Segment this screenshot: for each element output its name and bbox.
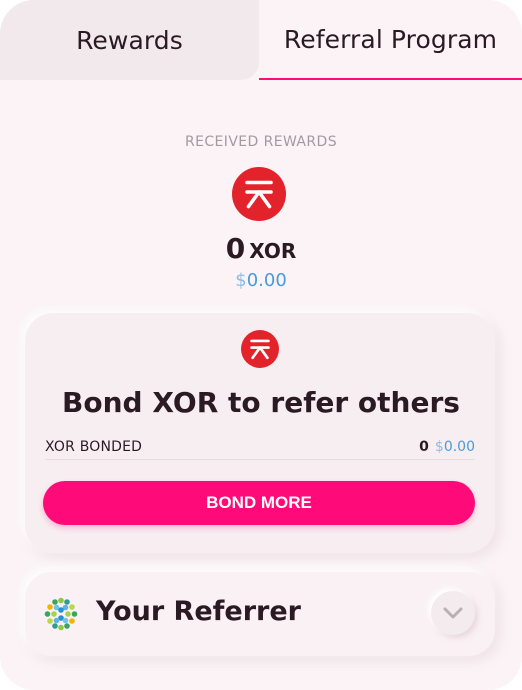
- referral-panel: Rewards Referral Program RECEIVED REWARD…: [0, 0, 522, 690]
- received-fiat: $0.00: [0, 270, 522, 291]
- xor-token-icon: [232, 167, 286, 221]
- received-amount-value: 0: [225, 232, 246, 265]
- bond-card-title: Bond XOR to refer others: [62, 386, 460, 419]
- referrer-title: Your Referrer: [96, 596, 301, 627]
- fiat-currency-symbol: $: [235, 270, 247, 291]
- received-token-symbol: XOR: [249, 239, 297, 263]
- tab-bar: Rewards Referral Program: [0, 0, 522, 80]
- tab-rewards[interactable]: Rewards: [0, 0, 259, 80]
- referrer-identicon-icon: [44, 597, 78, 631]
- tab-referral-program[interactable]: Referral Program: [259, 0, 522, 80]
- received-rewards-title: RECEIVED REWARDS: [185, 134, 337, 150]
- received-fiat-value: 0.00: [246, 270, 287, 291]
- received-amount: 0 XOR: [0, 232, 522, 265]
- xor-bonded-amount: 0: [419, 438, 429, 455]
- bond-more-button[interactable]: BOND MORE: [43, 481, 475, 525]
- xor-bonded-value: 0 $0.00: [419, 439, 475, 455]
- fiat-currency-symbol: $: [434, 438, 444, 455]
- xor-bonded-fiat: 0.00: [443, 438, 475, 455]
- xor-bonded-row: XOR BONDED 0 $0.00: [45, 434, 475, 460]
- xor-token-icon: [241, 330, 279, 368]
- xor-bonded-label: XOR BONDED: [45, 438, 143, 455]
- referrer-expand-button[interactable]: [431, 591, 475, 635]
- chevron-down-icon: [443, 607, 463, 619]
